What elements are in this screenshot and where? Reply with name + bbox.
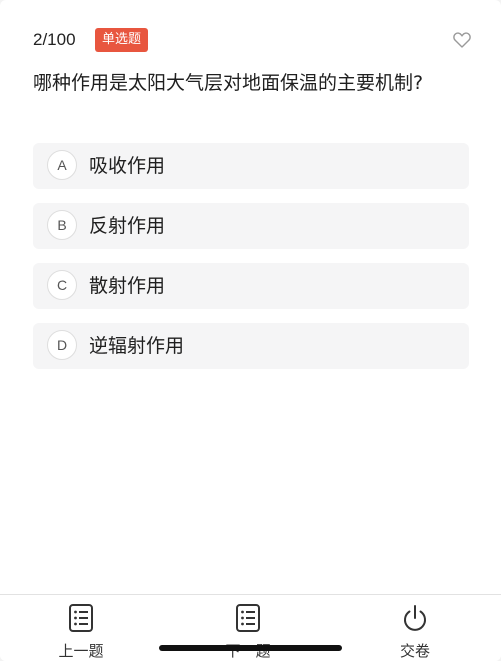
question-type-badge: 单选题	[95, 28, 149, 52]
option-c[interactable]: C 散射作用	[33, 263, 469, 309]
next-question-button[interactable]: 下一题	[208, 595, 288, 661]
quiz-screen: 2/100 单选题 哪种作用是太阳大气层对地面保温的主要机制? A 吸收作用 B…	[0, 0, 501, 661]
option-key: C	[47, 270, 77, 300]
prev-question-label: 上一题	[58, 642, 104, 660]
option-key: A	[47, 150, 77, 180]
submit-exam-button[interactable]: 交卷	[375, 595, 455, 661]
option-d[interactable]: D 逆辐射作用	[33, 323, 469, 369]
option-text: 吸收作用	[89, 155, 166, 177]
submit-exam-label: 交卷	[399, 642, 430, 660]
question-header: 2/100 单选题	[33, 27, 471, 55]
option-b[interactable]: B 反射作用	[33, 203, 469, 249]
question-text: 哪种作用是太阳大气层对地面保温的主要机制?	[33, 72, 424, 94]
home-indicator[interactable]	[159, 645, 342, 651]
prev-question-button[interactable]: 上一题	[41, 595, 121, 661]
option-text: 散射作用	[89, 275, 166, 297]
option-text: 反射作用	[89, 215, 166, 237]
power-icon	[401, 603, 429, 633]
list-icon	[234, 603, 262, 633]
heart-outline-icon[interactable]	[453, 32, 471, 48]
options-list: A 吸收作用 B 反射作用 C 散射作用 D 逆辐射作用	[33, 143, 469, 383]
option-text: 逆辐射作用	[89, 335, 185, 357]
list-icon	[67, 603, 95, 633]
option-key: B	[47, 210, 77, 240]
question-progress: 2/100	[33, 30, 76, 49]
option-key: D	[47, 330, 77, 360]
option-a[interactable]: A 吸收作用	[33, 143, 469, 189]
